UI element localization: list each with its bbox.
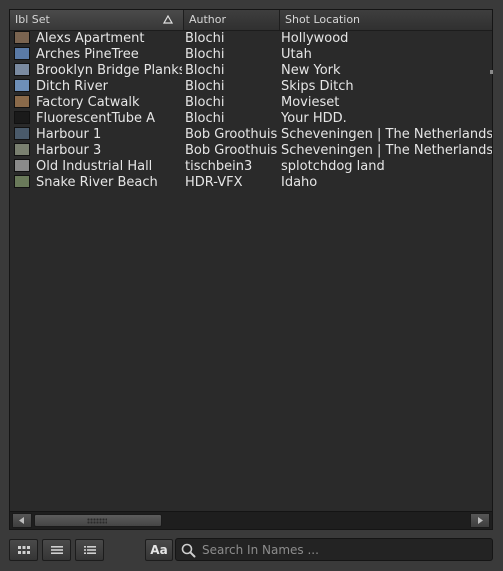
grid-icon <box>18 546 30 554</box>
thumbnail-icon <box>14 143 30 156</box>
search-box[interactable] <box>175 538 496 561</box>
author-cell: Bob Groothuis <box>185 143 277 158</box>
list-item[interactable]: Ditch River Blochi Skips Ditch <box>10 79 492 95</box>
list-item[interactable]: Harbour 1 Bob Groothuis Scheveningen | The… <box>10 127 492 143</box>
ibl-set-cell: Snake River Beach <box>14 175 182 191</box>
bottom-toolbar: Aa <box>0 530 503 571</box>
thumbnail-icon <box>14 127 30 140</box>
shot-location-cell: Scheveningen | The Netherlands <box>281 143 492 158</box>
search-input[interactable] <box>198 541 496 558</box>
thumbnail-icon <box>14 63 30 76</box>
ibl-set-name: Harbour 1 <box>36 127 102 142</box>
column-header-label: Shot Location <box>285 13 361 26</box>
list-item[interactable]: Arches PineTree Blochi Utah <box>10 47 492 63</box>
list-item[interactable]: FluorescentTube A Blochi Your HDD. <box>10 111 492 127</box>
column-header-label: Ibl Set <box>15 13 50 26</box>
detail-view-button[interactable] <box>75 539 104 561</box>
ibl-set-cell: Ditch River <box>14 79 182 95</box>
ibl-set-name: Arches PineTree <box>36 47 139 62</box>
search-icon <box>181 543 196 558</box>
scrollbar-thumb[interactable] <box>34 514 162 527</box>
list-view-button[interactable] <box>42 539 71 561</box>
thumbnail-icon <box>14 31 30 44</box>
shot-location-cell: Scheveningen | The Netherlands <box>281 127 492 142</box>
shot-location-cell: Idaho <box>281 175 318 190</box>
grip-icon <box>87 518 107 524</box>
ibl-set-cell: Arches PineTree <box>14 47 182 63</box>
column-header-label: Author <box>189 13 227 26</box>
list-item[interactable]: Brooklyn Bridge Planks Blochi New York <box>10 63 492 79</box>
author-cell: Blochi <box>185 111 225 126</box>
resize-marker <box>490 70 493 74</box>
horizontal-scrollbar[interactable] <box>10 511 492 529</box>
author-cell: Blochi <box>185 47 225 62</box>
shot-location-cell: Hollywood <box>281 31 349 46</box>
ibl-set-name: Factory Catwalk <box>36 95 140 110</box>
list-item[interactable]: Snake River Beach HDR-VFX Idaho <box>10 175 492 191</box>
list-body: Alexs Apartment Blochi Hollywood Arches Pin… <box>10 31 492 191</box>
ibl-set-cell: Harbour 3 <box>14 143 182 159</box>
thumbnail-icon <box>14 111 30 124</box>
shot-location-cell: splotchdog land <box>281 159 385 174</box>
author-cell: Bob Groothuis <box>185 127 277 142</box>
author-cell: tischbein3 <box>185 159 253 174</box>
thumbnail-icon <box>14 79 30 92</box>
list-item[interactable]: Alexs Apartment Blochi Hollywood <box>10 31 492 47</box>
shot-location-cell: Skips Ditch <box>281 79 354 94</box>
ibl-set-cell: Alexs Apartment <box>14 31 182 47</box>
ibl-set-name: Old Industrial Hall <box>36 159 153 174</box>
author-cell: HDR-VFX <box>185 175 243 190</box>
column-header-author[interactable]: Author <box>184 10 280 30</box>
ibl-set-name: Alexs Apartment <box>36 31 145 46</box>
ibl-set-cell: FluorescentTube A <box>14 111 182 127</box>
ibl-set-cell: Brooklyn Bridge Planks <box>14 63 182 79</box>
sort-ascending-icon <box>163 15 173 24</box>
column-header-ibl-set[interactable]: Ibl Set <box>10 10 184 30</box>
scroll-right-button[interactable] <box>470 513 490 528</box>
ibl-set-cell: Factory Catwalk <box>14 95 182 111</box>
list-header: Ibl Set Author Shot Location <box>10 10 492 31</box>
thumbnail-icon <box>14 159 30 172</box>
ibl-set-name: Harbour 3 <box>36 143 102 158</box>
thumbnail-icon <box>14 95 30 108</box>
shot-location-cell: Utah <box>281 47 312 62</box>
list-item[interactable]: Old Industrial Hall tischbein3 splotchdog … <box>10 159 492 175</box>
list-item[interactable]: Factory Catwalk Blochi Movieset <box>10 95 492 111</box>
ibl-set-cell: Old Industrial Hall <box>14 159 182 175</box>
author-cell: Blochi <box>185 95 225 110</box>
thumbnail-icon <box>14 175 30 188</box>
shot-location-cell: Movieset <box>281 95 340 110</box>
arrow-left-icon <box>19 517 24 524</box>
thumbnail-view-button[interactable] <box>9 539 38 561</box>
column-header-shot-location[interactable]: Shot Location <box>280 10 492 30</box>
list-item[interactable]: Harbour 3 Bob Groothuis Scheveningen | The… <box>10 143 492 159</box>
detail-list-icon <box>84 546 96 554</box>
shot-location-cell: Your HDD. <box>281 111 347 126</box>
ibl-set-name: Snake River Beach <box>36 175 158 190</box>
shot-location-cell: New York <box>281 63 341 78</box>
thumbnail-icon <box>14 47 30 60</box>
author-cell: Blochi <box>185 79 225 94</box>
match-case-button[interactable]: Aa <box>145 539 173 561</box>
ibl-set-name: FluorescentTube A <box>36 111 156 126</box>
arrow-right-icon <box>478 517 483 524</box>
ibl-set-list: Ibl Set Author Shot Location Alexs Apart… <box>9 9 493 530</box>
author-cell: Blochi <box>185 63 225 78</box>
ibl-set-name: Ditch River <box>36 79 108 94</box>
ibl-set-cell: Harbour 1 <box>14 127 182 143</box>
scroll-left-button[interactable] <box>12 513 32 528</box>
list-icon <box>51 546 63 554</box>
ibl-set-name: Brooklyn Bridge Planks <box>36 63 182 78</box>
author-cell: Blochi <box>185 31 225 46</box>
